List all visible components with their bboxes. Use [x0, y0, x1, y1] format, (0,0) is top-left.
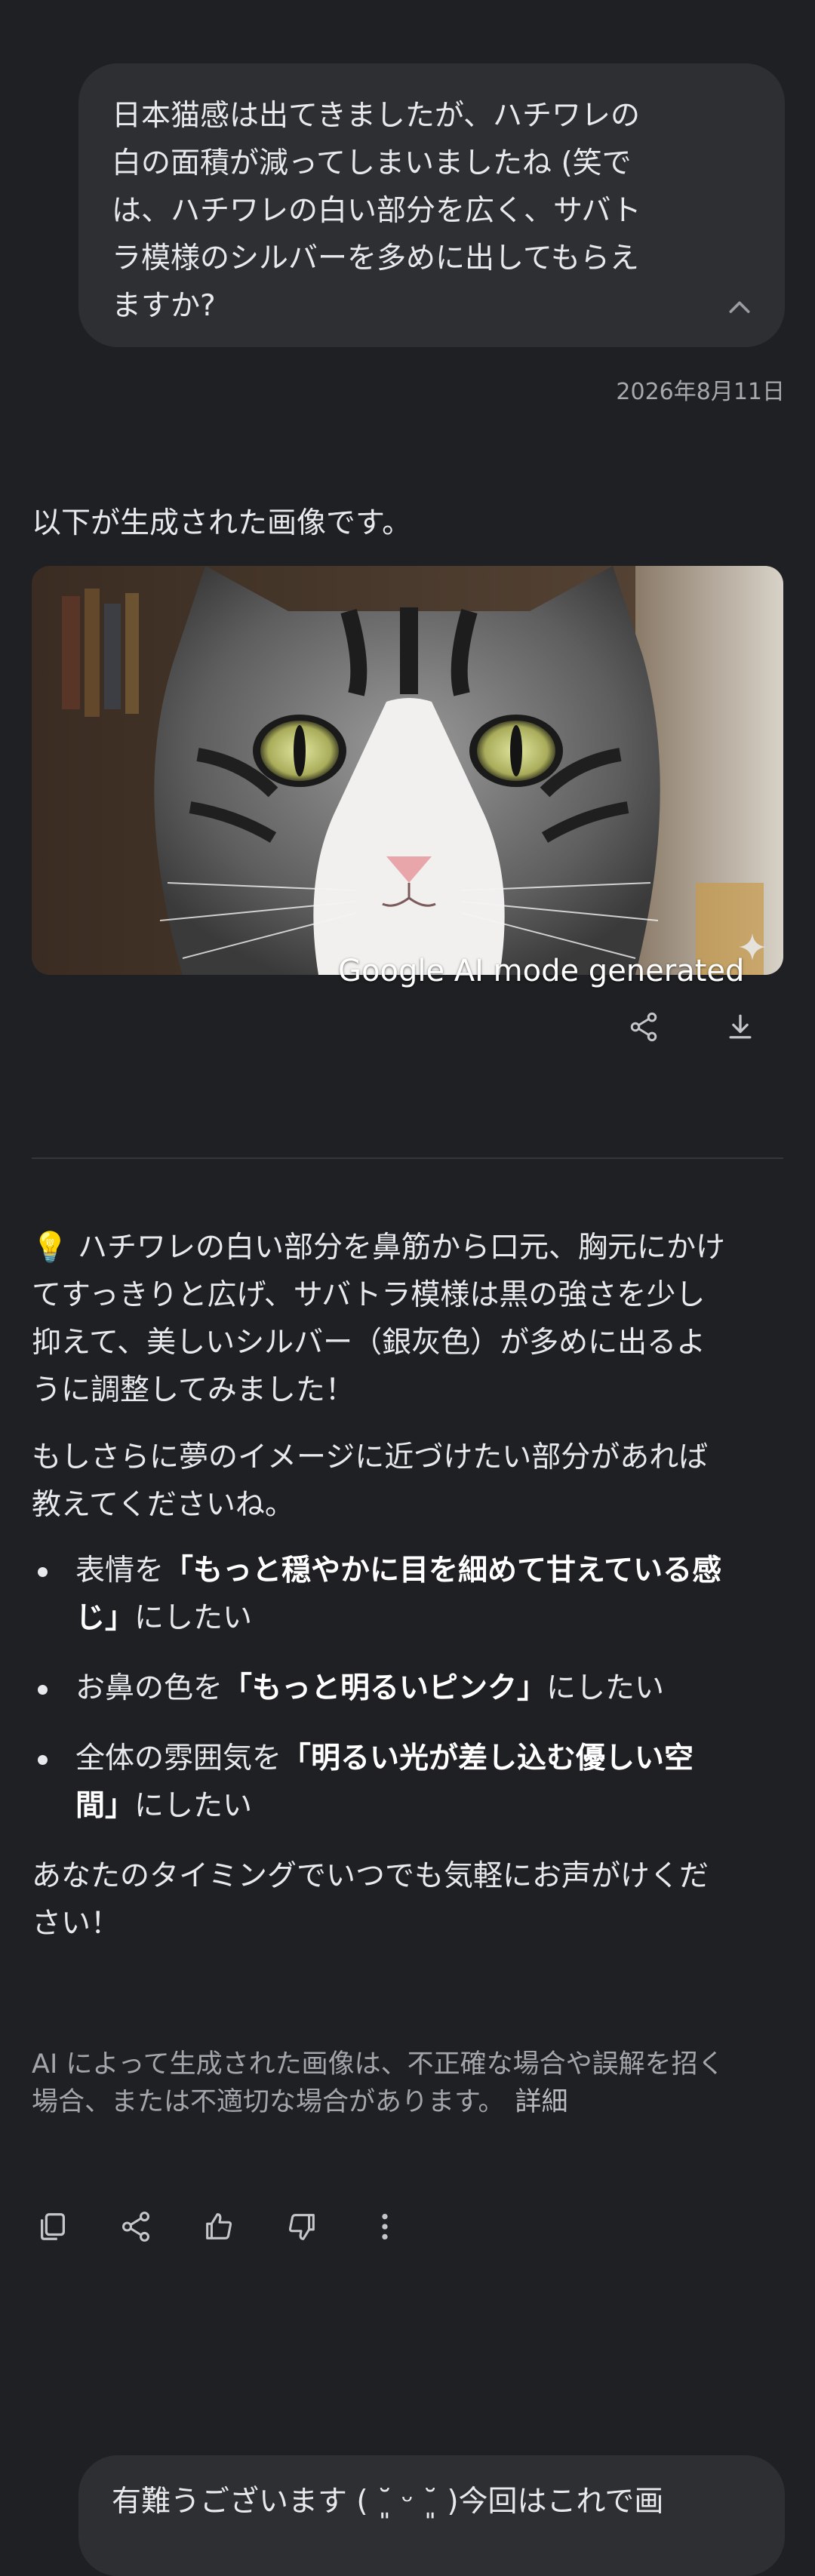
list-item: 表情を「もっと穏やかに目を細めて甘えている感 じ」にしたい [32, 1547, 786, 1642]
user-message-line: 日本猫感は出てきましたが、ハチワレの [112, 99, 641, 133]
user-message-line: ラ模様のシルバーを多めに出してもらえ [112, 241, 639, 275]
chevron-up-icon [729, 301, 750, 313]
bold-text: 「もっと穏やかに目を細めて甘えている感 [164, 1554, 722, 1588]
share-icon [121, 2212, 150, 2242]
response-line: 💡 ハチワレの白い部分を鼻筋から口元、胸元にかけ [32, 1231, 725, 1265]
share-icon [630, 1012, 657, 1042]
suggestion-list: 表情を「もっと穏やかに目を細めて甘えている感 じ」にしたい お鼻の色を「もっと明る… [32, 1547, 786, 1830]
user-message-line: ますか? [112, 289, 216, 323]
message-timestamp: 2026年8月11日 [616, 379, 785, 405]
user-message-bubble: 有難うございます ( ˘͈ ᵕ ˘͈ )今回はこれで画 [78, 2455, 785, 2576]
response-intro: 以下が生成された画像です。 [32, 506, 412, 540]
bold-text: 「もっと明るいピンク」 [223, 1671, 547, 1705]
user-message-line: は、ハチワレの白い部分を広く、サバト [112, 194, 641, 228]
thumbs-up-icon [206, 2213, 232, 2239]
list-item: 全体の雰囲気を「明るい光が差し込む優しい空 間」にしたい [32, 1735, 786, 1830]
response-line: てすっきりと広げ、サバトラ模様は黒の強さを少し [32, 1278, 706, 1312]
download-icon [729, 1014, 752, 1039]
response-action-bar [32, 2203, 447, 2250]
response-line: あなたのタイミングでいつでも気軽にお声がけくだ [32, 1859, 709, 1893]
copy-icon [40, 2213, 66, 2240]
image-watermark: Google AI mode generated [338, 954, 745, 988]
bold-text: じ」 [75, 1601, 135, 1635]
cat-photo [32, 566, 783, 975]
response-paragraph: 💡 ハチワレの白い部分を鼻筋から口元、胸元にかけ てすっきりと広げ、サバトラ模様… [32, 1224, 786, 1414]
generated-image[interactable] [32, 566, 783, 975]
response-paragraph: もしさらに夢のイメージに近づけたい部分があれば 教えてくださいね。 [32, 1434, 786, 1529]
user-message-bubble: 日本猫感は出てきましたが、ハチワレの 白の面積が減ってしまいましたね (笑で は… [78, 63, 785, 347]
section-divider [32, 1157, 783, 1159]
response-line: うに調整してみました！ [32, 1373, 355, 1407]
user-message-line: 有難うございます ( ˘͈ ᵕ ˘͈ )今回はこれで画 [112, 2485, 664, 2519]
thumbs-up-button[interactable] [198, 2206, 240, 2248]
ai-image-disclaimer: AI によって生成された画像は、不正確な場合や誤解を招く 場合、または不適切な場… [32, 2049, 724, 2117]
response-line: もしさらに夢のイメージに近づけたい部分があれば [32, 1440, 709, 1474]
more-vertical-icon [382, 2213, 388, 2240]
copy-button[interactable] [32, 2206, 74, 2248]
details-link[interactable]: 詳細 [515, 2087, 568, 2117]
bold-text: 間」 [75, 1789, 135, 1823]
response-body: 💡 ハチワレの白い部分を鼻筋から口元、胸元にかけ てすっきりと広げ、サバトラ模様… [32, 1224, 786, 1947]
response-line: さい！ [32, 1907, 121, 1941]
response-line: 抑えて、美しいシルバー（銀灰色）が多めに出るよ [32, 1326, 706, 1360]
list-item: お鼻の色を「もっと明るいピンク」にしたい [32, 1665, 786, 1712]
more-options-button[interactable] [364, 2206, 406, 2248]
thumbs-down-button[interactable] [281, 2206, 323, 2248]
user-message-line: 白の面積が減ってしまいましたね (笑で [112, 146, 632, 180]
thumbs-down-icon [288, 2214, 315, 2240]
bold-text: 「明るい光が差し込む優しい空 [281, 1741, 694, 1775]
response-paragraph: あなたのタイミングでいつでも気軽にお声がけくだ さい！ [32, 1852, 786, 1947]
share-button[interactable] [115, 2206, 157, 2248]
image-download-button[interactable] [719, 1006, 761, 1048]
collapse-message-button[interactable] [721, 290, 758, 326]
image-share-button[interactable] [623, 1006, 665, 1048]
response-line: 教えてくださいね。 [32, 1488, 294, 1522]
